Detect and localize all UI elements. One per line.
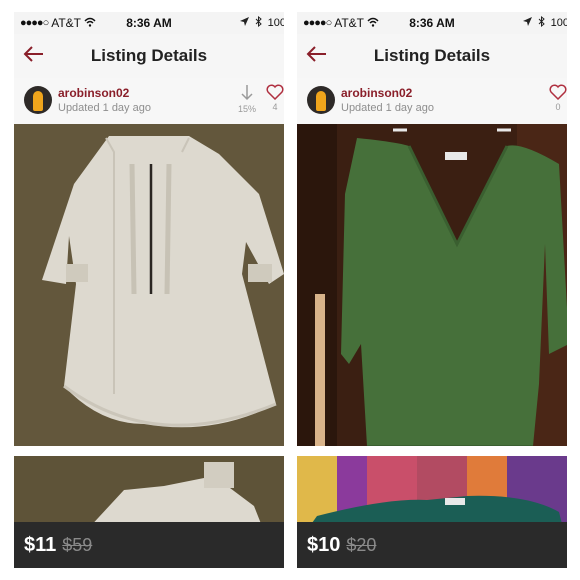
- location-icon: [239, 17, 249, 29]
- like-count: 0: [555, 102, 561, 112]
- listing-photo-main[interactable]: [14, 124, 284, 446]
- original-price: $59: [62, 534, 93, 555]
- location-icon: [522, 17, 532, 29]
- price-bar: $11 $59: [14, 522, 284, 568]
- heart-icon: [549, 84, 567, 100]
- listing-screen-left: ●●●●○ AT&T 8:36 AM 100 Listing Details a…: [14, 12, 284, 568]
- updated-time: Updated 1 day ago: [341, 102, 434, 114]
- status-bar: ●●●●○ AT&T 8:36 AM 100: [297, 12, 567, 34]
- price-bar: $10 $20: [297, 522, 567, 568]
- nav-bar: Listing Details: [14, 34, 284, 79]
- current-price: $11: [24, 533, 57, 556]
- page-title: Listing Details: [373, 46, 491, 65]
- down-arrow-icon: [241, 85, 253, 101]
- avatar[interactable]: [24, 86, 52, 114]
- heart-icon: [266, 84, 284, 100]
- seller-row: arobinson02 Updated 1 day ago 0: [297, 78, 567, 124]
- seller-username[interactable]: arobinson02: [58, 86, 129, 100]
- seller-username[interactable]: arobinson02: [341, 86, 412, 100]
- battery-label: 100: [267, 17, 284, 29]
- seller-row: arobinson02 Updated 1 day ago 15% 4: [14, 78, 284, 124]
- status-bar: ●●●●○ AT&T 8:36 AM 100: [14, 12, 284, 34]
- avatar[interactable]: [307, 86, 335, 114]
- current-price: $10: [307, 533, 341, 556]
- original-price: $20: [346, 534, 377, 555]
- battery-label: 100: [550, 17, 567, 29]
- updated-time: Updated 1 day ago: [58, 102, 151, 114]
- bluetooth-icon: [538, 15, 545, 30]
- page-title: Listing Details: [90, 46, 208, 65]
- listing-screen-right: ●●●●○ AT&T 8:36 AM 100 Listing Details a…: [297, 12, 567, 568]
- like-count: 4: [272, 102, 278, 112]
- price-drop-label: 15%: [237, 104, 256, 114]
- bluetooth-icon: [255, 15, 262, 30]
- like-stat[interactable]: 4: [260, 84, 284, 112]
- like-stat[interactable]: 0: [543, 84, 567, 112]
- listing-photo-main[interactable]: [297, 124, 567, 446]
- price-drop-stat: 15%: [232, 84, 262, 114]
- nav-bar: Listing Details: [297, 34, 567, 79]
